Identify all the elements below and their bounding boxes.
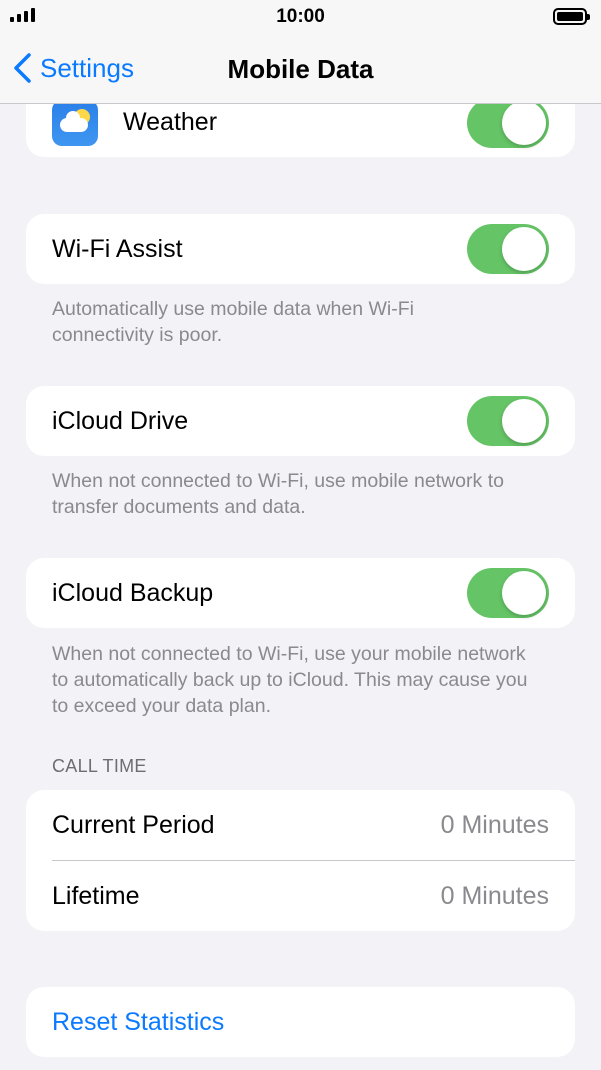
reset-group: Reset Statistics [26, 987, 575, 1057]
navigation-bar-overlay: Settings Mobile Data [0, 34, 601, 104]
page-title: Mobile Data [227, 54, 374, 84]
call-time-label: Current Period [52, 810, 215, 839]
wifi-assist-footnote: Automatically use mobile data when Wi-Fi… [52, 298, 414, 346]
icloud-drive-group: iCloud Drive [26, 386, 575, 456]
weather-toggle[interactable] [467, 97, 549, 148]
call-time-row-current: Current Period 0 Minutes [26, 790, 575, 860]
call-time-group: Current Period 0 Minutes Lifetime 0 Minu… [26, 790, 575, 931]
icloud-backup-row: iCloud Backup [26, 558, 575, 628]
reset-statistics-button[interactable]: Reset Statistics [26, 987, 575, 1057]
icloud-backup-footnote: When not connected to Wi-Fi, use your mo… [52, 643, 528, 717]
icloud-drive-row: iCloud Drive [26, 386, 575, 456]
call-time-value: 0 Minutes [440, 810, 549, 839]
icloud-drive-footnote: When not connected to Wi-Fi, use mobile … [52, 470, 504, 518]
wifi-assist-group: Wi-Fi Assist [26, 214, 575, 284]
icloud-backup-toggle[interactable] [467, 568, 549, 618]
wifi-assist-toggle[interactable] [467, 224, 549, 274]
call-time-row-lifetime: Lifetime 0 Minutes [26, 861, 575, 931]
status-time: 10:00 [276, 6, 325, 27]
icloud-backup-group: iCloud Backup [26, 558, 575, 628]
icloud-drive-toggle[interactable] [467, 396, 549, 446]
wifi-assist-row: Wi-Fi Assist [26, 214, 575, 284]
status-bar: 10:00 [0, 0, 601, 34]
call-time-value: 0 Minutes [440, 881, 549, 910]
call-time-label: Lifetime [52, 881, 140, 910]
call-time-header: CALL TIME [52, 756, 147, 776]
battery-icon [553, 8, 590, 25]
weather-icon [52, 99, 98, 146]
